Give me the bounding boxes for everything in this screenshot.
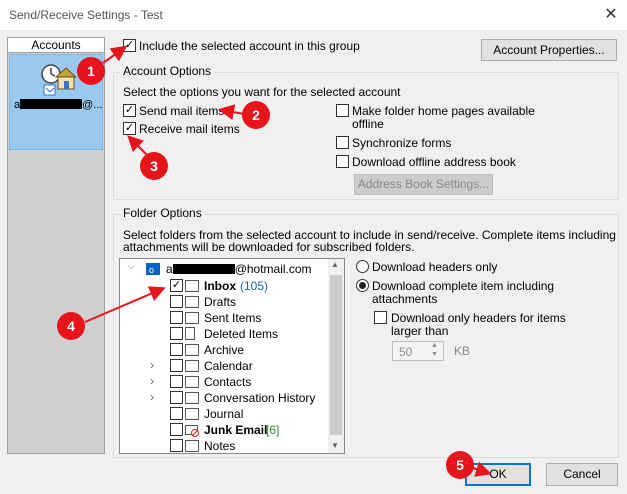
arrow-4 bbox=[84, 286, 166, 323]
arrow-2 bbox=[218, 104, 245, 121]
marker-3: 3 bbox=[140, 152, 168, 180]
marker-4: 4 bbox=[57, 312, 85, 340]
arrow-3 bbox=[127, 135, 148, 156]
marker-1: 1 bbox=[77, 57, 105, 85]
marker-2: 2 bbox=[242, 101, 270, 129]
marker-5: 5 bbox=[446, 451, 474, 479]
arrow-5 bbox=[472, 461, 492, 477]
arrow-1 bbox=[102, 45, 128, 64]
